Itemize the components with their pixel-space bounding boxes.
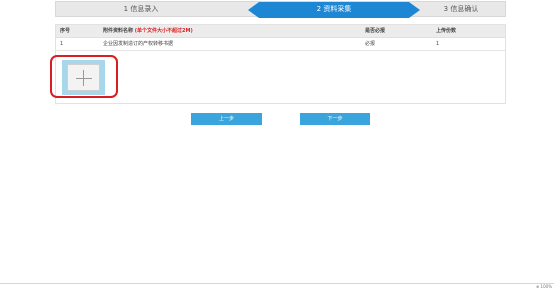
row-required: 必报 [365,41,376,47]
header-index: 序号 [60,28,71,34]
upload-inner-tile[interactable] [67,64,100,91]
step-info-entry: 1 信息录入 [123,5,159,13]
table-row: 1 企业因发制造订的产权转移书据 必报 1 [56,38,505,51]
step-progress-bar: 1 信息录入 2 资料采集 3 信息确认 [55,1,506,18]
status-bar-divider [0,283,554,284]
row-index: 1 [60,41,64,47]
header-required: 是否必报 [365,28,386,34]
step-document-collection-active: 2 资料采集 [248,2,420,18]
table-header: 序号 附件资料名称 (单个文件大小不超过2M) 是否必报 上传份数 [56,25,505,38]
header-name: 附件资料名称 (单个文件大小不超过2M) [103,25,193,37]
header-count: 上传份数 [436,28,457,34]
upload-button[interactable] [62,60,105,95]
next-step-button[interactable]: 下一步 [300,113,370,125]
row-name: 企业因发制造订的产权转移书据 [103,41,174,47]
header-size-hint: (单个文件大小不超过2M) [134,28,193,34]
plus-icon-vertical [83,70,84,86]
step-info-confirm: 3 信息确认 [443,5,479,13]
row-count: 1 [436,41,440,47]
previous-step-button[interactable]: 上一步 [191,113,262,125]
zoom-indicator[interactable]: ⊕ 100% [536,284,552,290]
step-document-collection-label: 2 资料采集 [316,5,352,13]
step-arrow-left [248,2,259,18]
attachment-panel: 序号 附件资料名称 (单个文件大小不超过2M) 是否必报 上传份数 1 企业因发… [55,24,506,104]
header-name-label: 附件资料名称 [103,28,134,34]
plus-icon [76,78,92,79]
